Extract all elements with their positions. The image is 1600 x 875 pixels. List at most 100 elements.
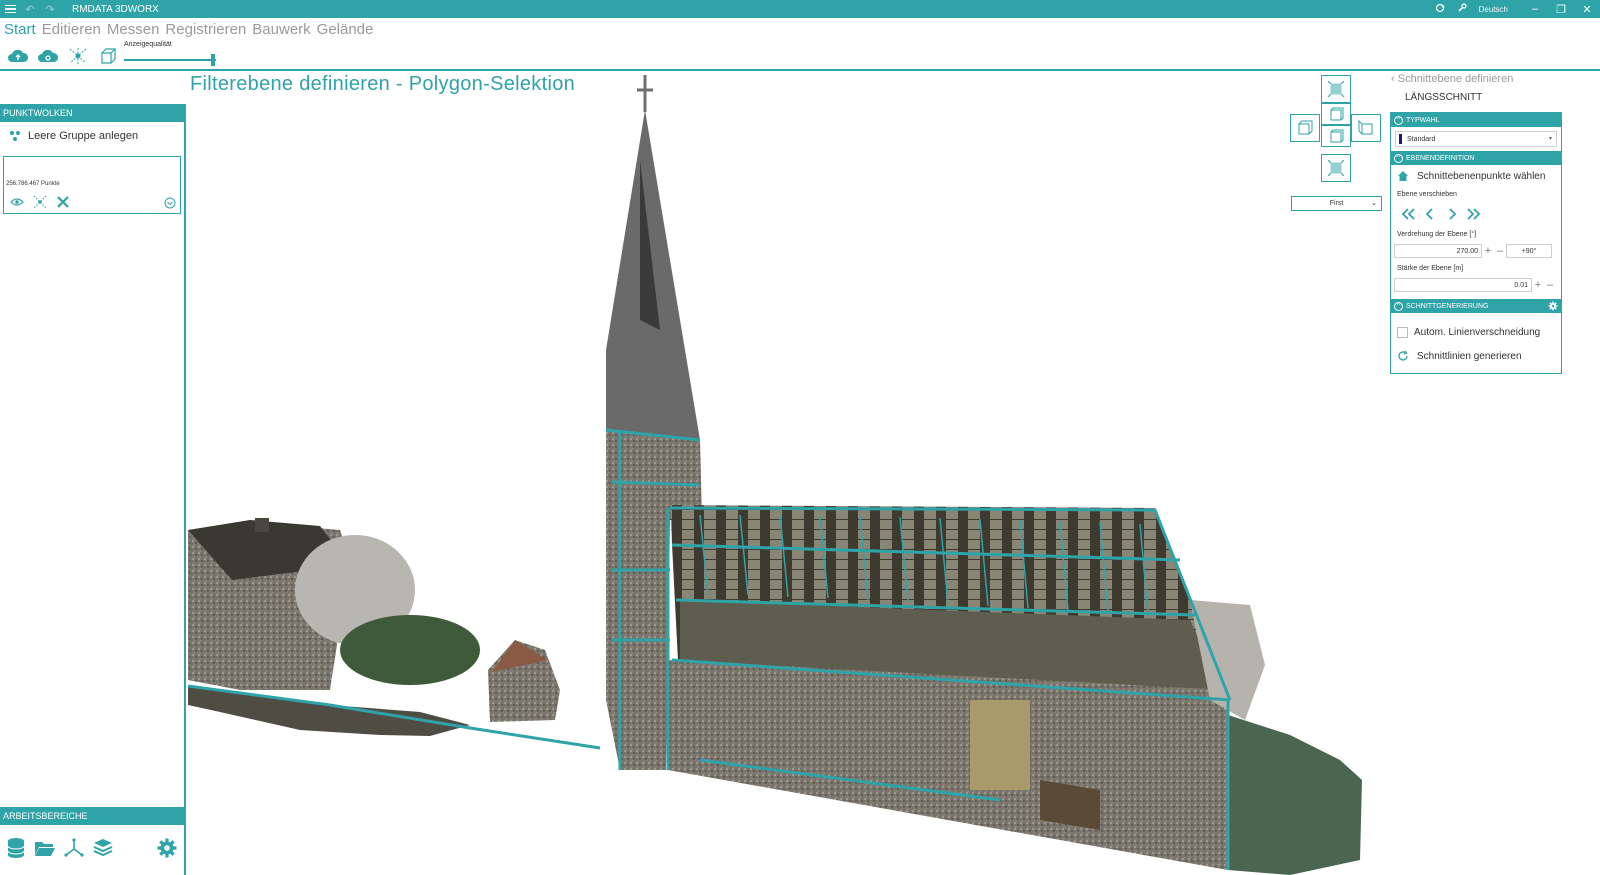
ebenendefinition-header-label: EBENENDEFINITION — [1406, 154, 1475, 162]
chevron-left-icon: ‹ — [1391, 73, 1395, 85]
folder-open-icon[interactable] — [34, 837, 56, 859]
collapse-icon: ^ — [1394, 301, 1403, 311]
tab-bauwerk[interactable]: Bauwerk — [252, 21, 310, 38]
home-icon — [1397, 170, 1409, 182]
view-mode-value: First — [1329, 200, 1344, 207]
point-scatter-icon[interactable] — [66, 46, 90, 66]
auto-line-checkbox[interactable] — [1397, 326, 1408, 338]
cloud-settings-icon[interactable] — [36, 46, 60, 66]
layers-icon[interactable] — [92, 837, 114, 859]
chevron-left-icon[interactable] — [1419, 206, 1441, 222]
quality-thumb[interactable] — [211, 54, 215, 66]
quality-track[interactable] — [124, 59, 216, 61]
minus-icon[interactable]: – — [1494, 245, 1506, 257]
menu-icon[interactable] — [0, 0, 20, 18]
rotation-input[interactable]: 270.00 — [1394, 244, 1482, 258]
redo-icon[interactable]: ↷ — [40, 3, 60, 16]
tab-messen[interactable]: Messen — [107, 21, 160, 38]
plus-icon[interactable]: + — [1482, 245, 1494, 257]
axis-icon[interactable] — [63, 837, 85, 859]
thickness-input[interactable]: 0.01 — [1394, 278, 1532, 292]
box-icon[interactable] — [96, 46, 120, 66]
view-cube — [1290, 75, 1382, 185]
quality-label: Anzeigequalität — [124, 41, 172, 48]
tab-gelaende[interactable]: Gelände — [317, 21, 374, 38]
collapse-icon: ^ — [1394, 115, 1403, 125]
rotation-label: Verdrehung der Ebene [°] — [1397, 230, 1477, 238]
section-definition-panel: ^ TYPWAHL Standard ▾ ^ EBENENDEFINITION … — [1390, 112, 1562, 374]
double-chevron-right-icon[interactable] — [1463, 206, 1485, 222]
generate-lines-button[interactable]: Schnittlinien generieren — [1391, 345, 1561, 367]
workspaces-header: ARBEITSBEREICHE — [0, 807, 184, 825]
view-front-button[interactable] — [1321, 103, 1351, 125]
chevron-down-icon: ⌄ — [1371, 200, 1377, 207]
create-group-label: Leere Gruppe anlegen — [28, 130, 139, 142]
ebenendefinition-header[interactable]: ^ EBENENDEFINITION — [1391, 151, 1561, 165]
restore-icon[interactable]: ❐ — [1554, 3, 1568, 16]
wrench-icon[interactable] — [1457, 2, 1467, 16]
rotation-step-button[interactable]: +90° — [1506, 244, 1552, 258]
move-plane-label: Ebene verschieben — [1397, 190, 1457, 198]
type-color-swatch — [1399, 134, 1402, 144]
group-add-icon — [8, 129, 22, 143]
thickness-row: 0.01 + – — [1394, 277, 1558, 293]
gear-icon[interactable] — [156, 837, 178, 859]
scatter-icon[interactable] — [31, 195, 49, 209]
3d-viewport[interactable] — [188, 72, 1600, 875]
cloud-upload-icon[interactable] — [6, 46, 30, 66]
tab-editieren[interactable]: Editieren — [42, 21, 101, 38]
database-icon[interactable] — [5, 837, 27, 859]
type-select[interactable]: Standard ▾ — [1395, 131, 1557, 147]
generation-header[interactable]: ^ SCHNITTGENERIERUNG — [1391, 299, 1561, 313]
view-right-button[interactable] — [1351, 114, 1381, 142]
view-mode-select[interactable]: First ⌄ — [1291, 196, 1382, 211]
back-link[interactable]: ‹ Schnittebene definieren — [1391, 73, 1513, 85]
point-clouds-header: PUNKTWOLKEN — [0, 104, 184, 122]
chevron-down-icon: ▾ — [1548, 136, 1552, 142]
point-clouds-panel: PUNKTWOLKEN Leere Gruppe anlegen 256.786… — [0, 104, 186, 875]
title-bar: ↶ ↷ RMDATA 3DWORX Deutsch – ❐ ✕ — [0, 0, 1600, 18]
plus-icon[interactable]: + — [1532, 279, 1544, 291]
generation-header-label: SCHNITTGENERIERUNG — [1406, 302, 1489, 310]
refresh-icon — [1397, 350, 1409, 362]
type-select-value: Standard — [1407, 135, 1436, 143]
section-type-title: LÄNGSSCHNITT — [1405, 92, 1483, 103]
auto-line-label: Autom. Linienverschneidung — [1414, 326, 1541, 338]
back-link-label: Schnittebene definieren — [1397, 73, 1514, 85]
minus-icon[interactable]: – — [1544, 279, 1556, 291]
view-left-button[interactable] — [1290, 114, 1320, 142]
delete-icon[interactable] — [54, 195, 72, 209]
point-cloud-item[interactable]: 256.786.467 Punkte — [3, 156, 181, 214]
thickness-label: Stärke der Ebene [m] — [1397, 264, 1464, 272]
close-icon[interactable]: ✕ — [1580, 3, 1594, 16]
sync-icon[interactable] — [1435, 3, 1445, 16]
undo-icon[interactable]: ↶ — [20, 3, 40, 16]
collapse-icon: ^ — [1394, 153, 1403, 163]
create-group-button[interactable]: Leere Gruppe anlegen — [0, 122, 184, 150]
tab-registrieren[interactable]: Registrieren — [165, 21, 246, 38]
ribbon-divider — [0, 69, 1600, 71]
pick-points-label: Schnittebenenpunkte wählen — [1417, 170, 1546, 182]
double-chevron-left-icon[interactable] — [1397, 206, 1419, 222]
pick-points-button[interactable]: Schnittebenenpunkte wählen — [1391, 165, 1561, 187]
tab-start[interactable]: Start — [4, 21, 36, 38]
language-selector[interactable]: Deutsch — [1479, 5, 1508, 14]
auto-line-checkbox-row[interactable]: Autom. Linienverschneidung — [1391, 321, 1561, 343]
quality-slider[interactable]: Anzeigequalität — [124, 41, 224, 66]
view-bottom-button[interactable] — [1321, 154, 1351, 182]
app-title: RMDATA 3DWORX — [72, 3, 159, 15]
view-back-button[interactable] — [1321, 125, 1351, 147]
chevron-down-icon[interactable] — [164, 196, 176, 209]
typwahl-header[interactable]: ^ TYPWAHL — [1391, 113, 1561, 127]
point-count: 256.786.467 Punkte — [6, 181, 60, 187]
viewport-title: Filterebene definieren - Polygon-Selekti… — [190, 73, 576, 95]
typwahl-header-label: TYPWAHL — [1406, 116, 1440, 124]
view-top-button[interactable] — [1321, 75, 1351, 103]
rotation-row: 270.00 + – +90° — [1394, 243, 1558, 259]
chevron-right-icon[interactable] — [1441, 206, 1463, 222]
gear-icon[interactable] — [1548, 301, 1558, 313]
eye-icon[interactable] — [8, 195, 26, 209]
minimize-icon[interactable]: – — [1528, 3, 1542, 15]
move-plane-controls — [1391, 201, 1561, 227]
point-cloud-render[interactable] — [188, 72, 1600, 875]
